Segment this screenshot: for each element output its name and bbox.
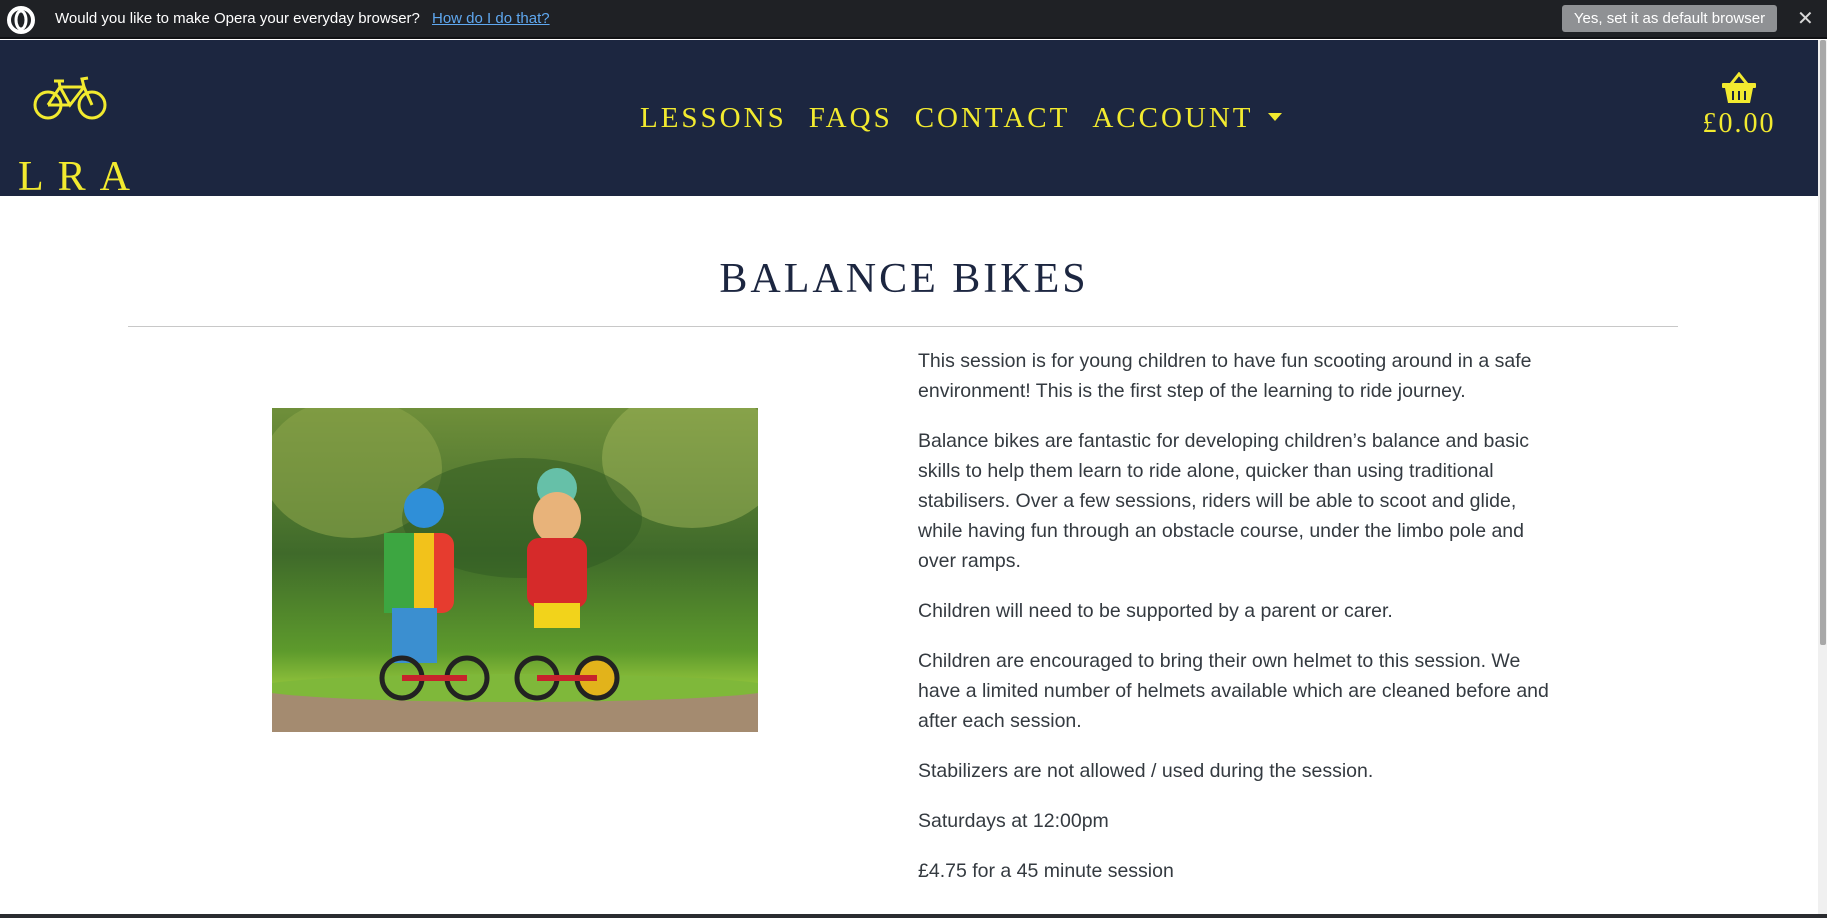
page-title: BALANCE BIKES (719, 256, 1089, 302)
caret-down-icon (1267, 113, 1282, 122)
lesson-price: £4.75 for a 45 minute session (918, 860, 1174, 882)
infobar-message: Would you like to make Opera your everyd… (55, 10, 420, 27)
nav-account-dropdown[interactable]: ACCOUNT (1092, 100, 1282, 136)
site-logo[interactable]: LRA (18, 75, 144, 200)
logo-text: LRA (18, 154, 144, 200)
nav-contact[interactable]: CONTACT (915, 100, 1071, 136)
basket-total: £0.00 (1702, 108, 1776, 139)
description-paragraph: Children will need to be supported by a … (918, 600, 1393, 622)
basket-icon (1722, 71, 1756, 103)
site-header: LRA LESSONS FAQS CONTACT ACCOUNT £0.00 (0, 40, 1818, 200)
lesson-schedule: Saturdays at 12:00pm (918, 810, 1109, 832)
nav-lessons[interactable]: LESSONS (640, 100, 787, 136)
shopping-basket[interactable]: £0.00 (1694, 71, 1784, 140)
close-infobar-icon[interactable]: ✕ (1797, 6, 1814, 30)
window-bottom-edge (0, 914, 1827, 918)
main-nav: LESSONS FAQS CONTACT ACCOUNT (640, 100, 1282, 136)
balance-bike-photo (272, 408, 758, 732)
description-paragraph: Children are encouraged to bring their o… (918, 650, 1549, 732)
nav-faqs[interactable]: FAQS (809, 100, 893, 136)
description-paragraph: Stabilizers are not allowed / used durin… (918, 760, 1374, 782)
how-do-i-link[interactable]: How do I do that? (432, 10, 550, 27)
title-divider (128, 326, 1678, 327)
set-default-browser-button[interactable]: Yes, set it as default browser (1562, 5, 1777, 32)
opera-default-browser-bar: Would you like to make Opera your everyd… (0, 0, 1827, 39)
page-scrollbar-thumb[interactable] (1820, 40, 1826, 645)
opera-logo-icon (7, 6, 35, 34)
description-paragraph: Balance bikes are fantastic for developi… (918, 430, 1530, 572)
lesson-description: This session is for young children to ha… (918, 346, 1558, 906)
bicycle-icon (33, 76, 107, 120)
nav-account-label: ACCOUNT (1092, 102, 1254, 134)
description-paragraph: This session is for young children to ha… (918, 350, 1532, 402)
